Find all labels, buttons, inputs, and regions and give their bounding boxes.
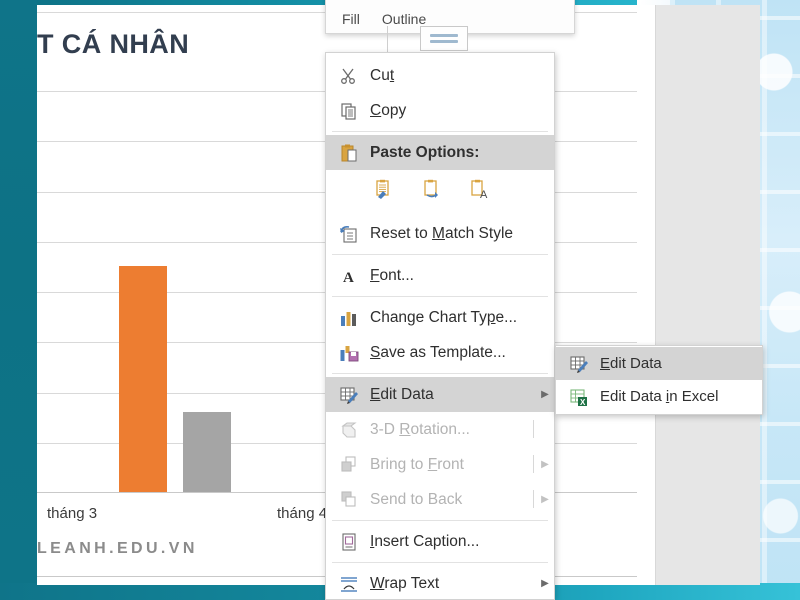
save-chart-icon [334, 342, 364, 364]
bring-front-icon [334, 454, 364, 476]
send-back-icon [334, 489, 364, 511]
clipboard-icon [334, 142, 364, 164]
paste-keep-text-only[interactable]: A [470, 179, 496, 207]
watermark-text: LEANH.EDU.VN [37, 540, 198, 557]
wrap-text-icon [334, 573, 364, 595]
menu-item-reset-match-style[interactable]: Reset to Match Style [326, 216, 554, 251]
menu-separator [332, 562, 548, 563]
paste-use-destination-theme[interactable] [422, 179, 448, 207]
screenshot-root: T CÁ NHÂN tháng 3 tháng 4 LEANH.EDU.VN F… [0, 0, 800, 600]
menu-item-label: Edit Data in Excel [600, 388, 719, 405]
submenu-item-edit-data[interactable]: Edit Data [556, 347, 762, 380]
cube-icon [334, 419, 364, 441]
handle-bar-bottom [430, 40, 458, 43]
chart-bar[interactable] [183, 411, 231, 492]
menu-item-label: Insert Caption... [370, 532, 480, 550]
menu-item-label: Paste Options: [370, 143, 480, 161]
menu-item-edit-data[interactable]: Edit Data ▶ [326, 377, 554, 412]
menu-item-label: Save as Template... [370, 343, 506, 361]
svg-text:X: X [580, 398, 586, 407]
menu-separator [332, 131, 548, 132]
submenu-chevron-icon: ▶ [536, 459, 554, 470]
mini-toolbar-outline-button[interactable]: Outline [382, 11, 426, 27]
chart-bar[interactable] [119, 265, 167, 492]
menu-item-label: Change Chart Type... [370, 308, 518, 326]
submenu-chevron-icon: ▶ [541, 389, 549, 400]
menu-item-label: Copy [370, 101, 407, 119]
scissors-icon [334, 65, 364, 87]
menu-item-label: Wrap Text [370, 574, 440, 592]
bar-chart-icon [334, 307, 364, 329]
menu-separator [332, 296, 548, 297]
menu-item-wrap-text[interactable]: Wrap Text ▶ [326, 566, 554, 600]
menu-item-label: Edit Data [600, 355, 662, 372]
edit-data-icon [334, 384, 364, 406]
menu-separator [332, 254, 548, 255]
caption-icon [334, 531, 364, 553]
menu-item-save-as-template[interactable]: Save as Template... [326, 335, 554, 370]
paste-arrow-icon [422, 179, 442, 203]
reset-style-icon [334, 223, 364, 245]
menu-item-font[interactable]: A Font... [326, 258, 554, 293]
svg-text:A: A [480, 189, 488, 199]
svg-text:A: A [343, 270, 354, 286]
menu-item-insert-caption[interactable]: Insert Caption... [326, 524, 554, 559]
excel-grid-icon: X [564, 386, 594, 408]
menu-item-send-to-back: Send to Back ▶ [326, 482, 554, 517]
menu-item-paste-options[interactable]: Paste Options: [326, 135, 554, 170]
font-a-icon: A [334, 265, 364, 287]
mini-toolbar-fill-button[interactable]: Fill [342, 11, 360, 27]
menu-item-3d-rotation: 3-D Rotation... [326, 412, 554, 447]
menu-item-label: Cut [370, 66, 395, 84]
menu-item-change-chart-type[interactable]: Change Chart Type... [326, 300, 554, 335]
menu-item-label: Send to Back [370, 490, 463, 508]
menu-separator [332, 373, 548, 374]
menu-item-label: Edit Data [370, 385, 434, 403]
workspace-gray-panel [655, 5, 760, 585]
selected-shape-handle[interactable] [420, 26, 468, 51]
menu-separator [332, 520, 548, 521]
paste-options-row: A [326, 170, 554, 216]
chart-category-label-1: tháng 3 [47, 505, 98, 522]
context-menu[interactable]: Cut Copy Paste Options: A Reset to Match Sty… [325, 52, 555, 600]
edit-data-icon [564, 353, 594, 375]
menu-item-cut[interactable]: Cut [326, 58, 554, 93]
submenu-chevron-icon: ▶ [541, 578, 549, 589]
chart-category-label-2: tháng 4 [277, 505, 328, 522]
background-teal-left-band [0, 0, 37, 585]
paste-keep-source-formatting[interactable] [374, 179, 400, 207]
menu-item-label: Reset to Match Style [370, 224, 514, 242]
menu-item-label: Font... [370, 266, 414, 284]
edit-data-submenu[interactable]: Edit Data X Edit Data in Excel [555, 345, 763, 415]
menu-item-copy[interactable]: Copy [326, 93, 554, 128]
menu-item-label: 3-D Rotation... [370, 420, 470, 438]
selection-connector-line [387, 26, 388, 52]
submenu-item-edit-data-in-excel[interactable]: X Edit Data in Excel [556, 380, 762, 413]
menu-item-bring-to-front: Bring to Front ▶ [326, 447, 554, 482]
handle-bar-top [430, 34, 458, 37]
menu-item-label: Bring to Front [370, 455, 464, 473]
paste-brush-icon [374, 179, 394, 203]
paste-text-icon: A [470, 179, 490, 203]
submenu-chevron-icon: ▶ [536, 494, 554, 505]
chart-title: T CÁ NHÂN [37, 29, 190, 59]
copy-icon [334, 100, 364, 122]
